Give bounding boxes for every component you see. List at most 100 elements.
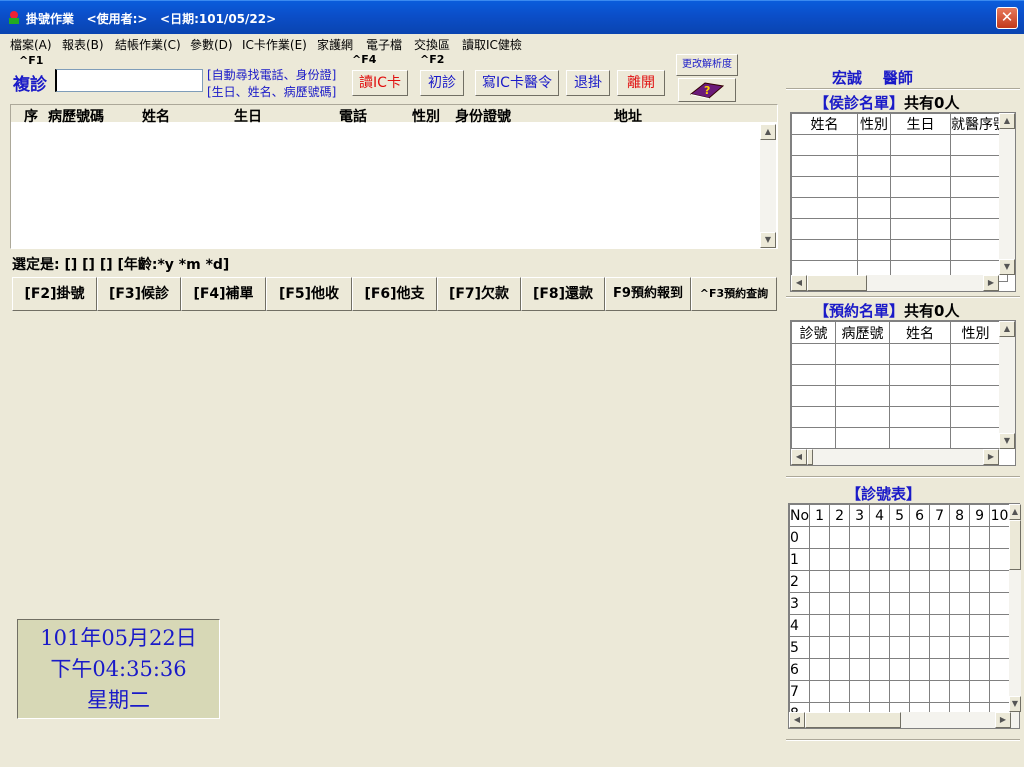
menu-params[interactable]: 參數(D) <box>190 36 233 53</box>
number-cell[interactable] <box>929 680 951 703</box>
scroll-right-icon[interactable]: ▶ <box>983 275 999 291</box>
number-cell[interactable] <box>849 614 871 637</box>
number-cell[interactable] <box>829 526 851 549</box>
number-cell[interactable] <box>809 658 831 681</box>
number-cell[interactable] <box>909 636 931 659</box>
number-cell[interactable] <box>969 548 991 571</box>
number-cell[interactable] <box>989 658 1011 681</box>
number-cell[interactable] <box>889 658 911 681</box>
number-cell[interactable] <box>829 636 851 659</box>
number-cell[interactable] <box>969 680 991 703</box>
scroll-up-icon[interactable]: ▲ <box>999 321 1015 337</box>
number-cell[interactable] <box>969 658 991 681</box>
number-cell[interactable] <box>869 548 891 571</box>
menu-exchange[interactable]: 交換區 <box>414 36 450 53</box>
number-cell[interactable] <box>929 526 951 549</box>
number-cell[interactable] <box>929 570 951 593</box>
scroll-up-icon[interactable]: ▲ <box>1009 504 1021 520</box>
appointment-list-vscroll[interactable]: ▲ ▼ <box>999 321 1015 449</box>
scroll-thumb[interactable] <box>807 275 867 291</box>
number-cell[interactable] <box>849 526 871 549</box>
number-cell[interactable] <box>909 658 931 681</box>
scroll-down-icon[interactable]: ▼ <box>1009 696 1021 712</box>
write-ic-order-button[interactable]: 寫IC卡醫令 <box>475 70 559 96</box>
number-cell[interactable] <box>869 680 891 703</box>
number-cell[interactable] <box>869 592 891 615</box>
number-cell[interactable] <box>949 614 971 637</box>
menu-read-ic-health[interactable]: 讀取IC健檢 <box>462 36 522 53</box>
number-cell[interactable] <box>829 680 851 703</box>
number-cell[interactable] <box>849 548 871 571</box>
menu-reports[interactable]: 報表(B) <box>62 36 104 53</box>
appointment-list-hscroll[interactable]: ◀ ▶ <box>791 449 999 465</box>
scroll-thumb[interactable] <box>805 712 901 728</box>
number-cell[interactable] <box>929 548 951 571</box>
leave-button[interactable]: 離開 <box>617 70 665 96</box>
number-cell[interactable] <box>849 570 871 593</box>
help-book-button[interactable]: ? <box>678 78 736 102</box>
number-cell[interactable] <box>929 614 951 637</box>
number-cell[interactable] <box>809 614 831 637</box>
number-cell[interactable] <box>929 592 951 615</box>
number-cell[interactable] <box>909 680 931 703</box>
number-cell[interactable] <box>829 592 851 615</box>
number-cell[interactable] <box>949 570 971 593</box>
number-cell[interactable] <box>889 570 911 593</box>
number-cell[interactable] <box>809 592 831 615</box>
cancel-registration-button[interactable]: 退掛 <box>566 70 610 96</box>
number-cell[interactable] <box>989 680 1011 703</box>
number-cell[interactable] <box>869 570 891 593</box>
read-ic-card-button[interactable]: 讀IC卡 <box>352 70 408 96</box>
patient-list-scrollbar[interactable]: ▲ ▼ <box>760 124 776 248</box>
number-cell[interactable] <box>849 592 871 615</box>
f8-repay-button[interactable]: [F8]還款 <box>521 277 605 311</box>
number-cell[interactable] <box>869 658 891 681</box>
scroll-up-icon[interactable]: ▲ <box>999 113 1015 129</box>
waiting-list-hscroll[interactable]: ◀ ▶ <box>791 275 999 291</box>
number-cell[interactable] <box>989 548 1011 571</box>
number-cell[interactable] <box>809 570 831 593</box>
number-cell[interactable] <box>989 614 1011 637</box>
number-cell[interactable] <box>989 592 1011 615</box>
menu-e-file[interactable]: 電子檔 <box>366 36 402 53</box>
number-cell[interactable] <box>889 680 911 703</box>
number-cell[interactable] <box>949 680 971 703</box>
change-resolution-button[interactable]: 更改解析度 <box>676 54 738 76</box>
number-cell[interactable] <box>949 636 971 659</box>
scroll-down-icon[interactable]: ▼ <box>760 232 776 248</box>
scroll-left-icon[interactable]: ◀ <box>791 449 807 465</box>
number-cell[interactable] <box>949 526 971 549</box>
scroll-right-icon[interactable]: ▶ <box>995 712 1011 728</box>
number-cell[interactable] <box>809 680 831 703</box>
number-cell[interactable] <box>909 526 931 549</box>
number-cell[interactable] <box>809 548 831 571</box>
scroll-thumb[interactable] <box>807 449 813 465</box>
ctrl-f3-appointment-query-button[interactable]: ^F3預約查詢 <box>691 277 777 311</box>
number-cell[interactable] <box>989 636 1011 659</box>
number-cell[interactable] <box>889 526 911 549</box>
scroll-up-icon[interactable]: ▲ <box>760 124 776 140</box>
waiting-list-vscroll[interactable]: ▲ ▼ <box>999 113 1015 275</box>
number-cell[interactable] <box>909 548 931 571</box>
menu-home-care[interactable]: 家護網 <box>317 36 353 53</box>
f6-other-expense-button[interactable]: [F6]他支 <box>352 277 437 311</box>
number-cell[interactable] <box>949 548 971 571</box>
number-cell[interactable] <box>969 636 991 659</box>
appointment-list-grid[interactable]: 診號 病歷號 姓名 性別 ▲ ▼ ◀ ▶ <box>790 320 1016 466</box>
number-cell[interactable] <box>969 614 991 637</box>
menu-file[interactable]: 檔案(A) <box>10 36 52 53</box>
scroll-left-icon[interactable]: ◀ <box>791 275 807 291</box>
f7-owed-button[interactable]: [F7]欠款 <box>437 277 521 311</box>
number-cell[interactable] <box>949 592 971 615</box>
number-cell[interactable] <box>909 570 931 593</box>
number-cell[interactable] <box>889 548 911 571</box>
number-cell[interactable] <box>909 614 931 637</box>
f3-waiting-button[interactable]: [F3]候診 <box>97 277 181 311</box>
number-cell[interactable] <box>829 548 851 571</box>
number-cell[interactable] <box>829 570 851 593</box>
number-cell[interactable] <box>889 592 911 615</box>
menu-checkout[interactable]: 結帳作業(C) <box>115 36 181 53</box>
scroll-right-icon[interactable]: ▶ <box>983 449 999 465</box>
number-table-hscroll[interactable]: ◀ ▶ <box>789 712 1019 728</box>
number-cell[interactable] <box>849 680 871 703</box>
